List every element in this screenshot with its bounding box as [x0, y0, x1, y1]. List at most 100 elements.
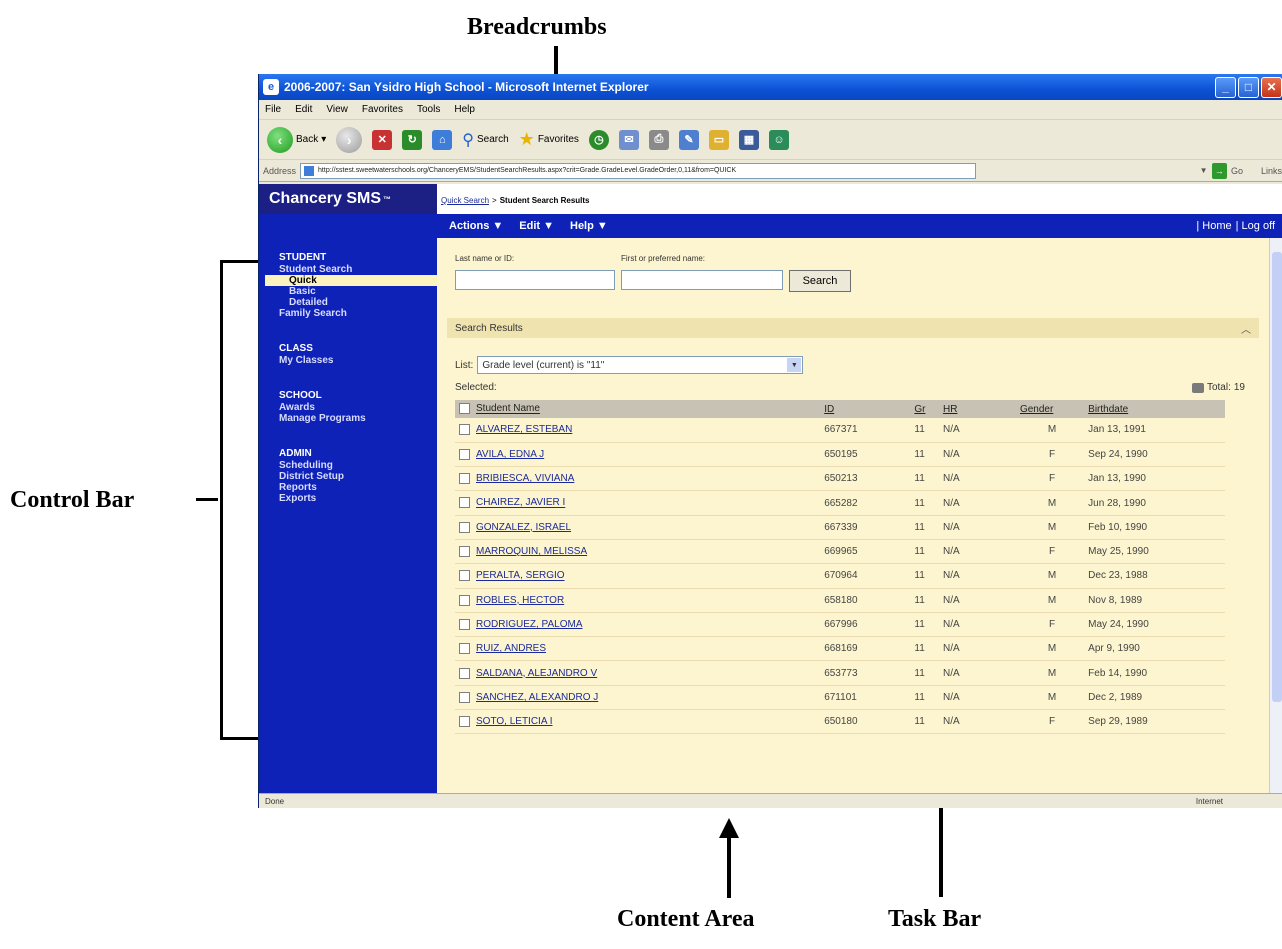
column-header-id[interactable]: ID: [820, 400, 911, 418]
table-row[interactable]: RODRIGUEZ, PALOMA 667996 11 N/A F May 24, 199…: [455, 612, 1225, 638]
minimize-icon[interactable]: _: [1215, 76, 1236, 98]
search-button[interactable]: ⚲ Search: [462, 130, 508, 150]
row-checkbox[interactable]: [459, 667, 470, 679]
student-name-link[interactable]: ALVAREZ, ESTEBAN: [476, 424, 572, 435]
table-row[interactable]: SANCHEZ, ALEXANDRO J 671101 11 N/A M Dec 2, 1…: [455, 685, 1225, 711]
address-input[interactable]: http://sstest.sweetwaterschools.org/Chan…: [300, 162, 976, 179]
row-checkbox[interactable]: [459, 594, 470, 606]
dropdown-arrow-icon[interactable]: ▼: [1200, 166, 1208, 175]
vertical-scrollbar[interactable]: [1269, 238, 1282, 793]
sidebar-item-scheduling[interactable]: Scheduling: [259, 460, 437, 471]
student-name-link[interactable]: SANCHEZ, ALEXANDRO J: [476, 692, 598, 703]
mail-icon[interactable]: ✉: [618, 129, 639, 150]
column-header-hr[interactable]: HR: [938, 400, 1016, 418]
table-row[interactable]: BRIBIESCA, VIVIANA 650213 11 N/A F Jan 13, 19…: [455, 466, 1225, 492]
table-row[interactable]: CHAIREZ, JAVIER I 665282 11 N/A M Jun 28, 199…: [455, 490, 1225, 516]
print-icon[interactable]: ⎙: [648, 129, 669, 150]
close-icon[interactable]: ✕: [1261, 76, 1282, 98]
research-icon[interactable]: ▦: [738, 129, 759, 150]
column-header-student-name[interactable]: Student Name: [455, 400, 821, 418]
logoff-link[interactable]: | Log off: [1236, 220, 1275, 232]
sidebar-item-family-search[interactable]: Family Search: [259, 308, 437, 319]
actions-menu[interactable]: Actions ▼: [449, 220, 503, 232]
table-row[interactable]: AVILA, EDNA J 650195 11 N/A F Sep 24, 1990: [455, 442, 1225, 468]
student-name-link[interactable]: GONZALEZ, ISRAEL: [476, 522, 571, 533]
student-name-link[interactable]: SOTO, LETICIA I: [476, 716, 553, 727]
row-checkbox[interactable]: [459, 424, 470, 436]
messenger-icon[interactable]: ☺: [768, 129, 789, 150]
row-checkbox[interactable]: [459, 570, 470, 582]
table-row[interactable]: RUIZ, ANDRES 668169 11 N/A M Apr 9, 1990: [455, 636, 1225, 662]
folder-icon[interactable]: ▭: [708, 129, 729, 150]
student-name-link[interactable]: CHAIREZ, JAVIER I: [476, 498, 565, 509]
sidebar-item-awards[interactable]: Awards: [259, 402, 437, 413]
last-name-input[interactable]: [455, 270, 615, 290]
table-row[interactable]: ALVAREZ, ESTEBAN 667371 11 N/A M Jan 13, 1991: [455, 418, 1225, 443]
row-checkbox[interactable]: [459, 618, 470, 630]
stop-icon[interactable]: ✕: [372, 129, 393, 150]
sidebar-item-student-search[interactable]: Student Search: [259, 264, 437, 275]
table-row[interactable]: ROBLES, HECTOR 658180 11 N/A M Nov 8, 1989: [455, 588, 1225, 613]
row-checkbox[interactable]: [459, 521, 470, 533]
column-header-birthdate[interactable]: Birthdate: [1084, 400, 1225, 418]
table-row[interactable]: PERALTA, SERGIO 670964 11 N/A M Dec 23, 1988: [455, 563, 1225, 589]
student-name-link[interactable]: MARROQUIN, MELISSA: [476, 546, 587, 557]
student-name-link[interactable]: ROBLES, HECTOR: [476, 595, 564, 606]
sidebar-item-exports[interactable]: Exports: [259, 493, 437, 504]
sidebar-item-quick[interactable]: Quick: [265, 275, 437, 286]
home-icon[interactable]: ⌂: [432, 129, 453, 150]
menu-tools[interactable]: Tools: [417, 104, 440, 115]
history-icon[interactable]: ◷: [588, 129, 609, 150]
sidebar-item-manage-programs[interactable]: Manage Programs: [259, 413, 437, 424]
sidebar-item-district-setup[interactable]: District Setup: [259, 471, 437, 482]
search-submit-button[interactable]: Search: [789, 270, 851, 292]
select-all-checkbox[interactable]: [459, 403, 470, 415]
edit-menu[interactable]: Edit ▼: [519, 220, 554, 232]
sidebar-item-basic[interactable]: Basic: [259, 286, 437, 297]
help-menu[interactable]: Help ▼: [570, 220, 608, 232]
menu-favorites[interactable]: Favorites: [362, 104, 403, 115]
go-arrow-icon[interactable]: →: [1211, 162, 1227, 179]
row-checkbox[interactable]: [459, 716, 470, 728]
student-name-link[interactable]: RUIZ, ANDRES: [476, 643, 546, 654]
row-checkbox[interactable]: [459, 691, 470, 703]
refresh-icon[interactable]: ↻: [402, 129, 423, 150]
student-name-link[interactable]: SALDANA, ALEJANDRO V: [476, 668, 597, 679]
maximize-icon[interactable]: □: [1238, 76, 1259, 98]
row-checkbox[interactable]: [459, 473, 470, 485]
collapse-chevron-icon[interactable]: ︿: [1241, 321, 1251, 336]
sidebar-item-my-classes[interactable]: My Classes: [259, 355, 437, 366]
table-row[interactable]: GONZALEZ, ISRAEL 667339 11 N/A M Feb 10, 1990: [455, 515, 1225, 540]
student-name-link[interactable]: RODRIGUEZ, PALOMA: [476, 619, 583, 630]
row-checkbox[interactable]: [459, 546, 470, 558]
first-name-input[interactable]: [621, 270, 783, 290]
favorites-button[interactable]: ★ Favorites: [519, 129, 579, 150]
go-label[interactable]: Go: [1231, 166, 1243, 176]
home-link[interactable]: | Home: [1196, 220, 1231, 232]
forward-arrow-icon[interactable]: ›: [336, 126, 363, 153]
column-header-gr[interactable]: Gr: [910, 400, 939, 418]
column-header-label[interactable]: Student Name: [476, 404, 540, 415]
sidebar-item-reports[interactable]: Reports: [259, 482, 437, 493]
scrollbar-thumb[interactable]: [1272, 252, 1282, 702]
row-checkbox[interactable]: [459, 497, 470, 509]
column-header-gender[interactable]: Gender: [1015, 400, 1085, 418]
student-name-link[interactable]: BRIBIESCA, VIVIANA: [476, 473, 574, 484]
links-label[interactable]: Links: [1261, 166, 1282, 176]
row-checkbox[interactable]: [459, 643, 470, 655]
table-row[interactable]: SALDANA, ALEJANDRO V 653773 11 N/A M Feb 14, …: [455, 660, 1225, 686]
breadcrumb-quick-search[interactable]: Quick Search: [441, 196, 489, 205]
menu-file[interactable]: File: [265, 104, 281, 115]
edit-page-icon[interactable]: ✎: [678, 129, 699, 150]
list-select[interactable]: Grade level (current) is "11" ▼: [477, 356, 804, 374]
chevron-down-icon[interactable]: ▼: [787, 358, 802, 372]
menu-view[interactable]: View: [326, 104, 348, 115]
table-row[interactable]: SOTO, LETICIA I 650180 11 N/A F Sep 29, 1989: [455, 709, 1225, 735]
back-button[interactable]: ‹ Back ▾: [267, 126, 326, 153]
student-name-link[interactable]: PERALTA, SERGIO: [476, 571, 565, 582]
row-checkbox[interactable]: [459, 448, 470, 460]
menu-edit[interactable]: Edit: [295, 104, 312, 115]
printer-icon[interactable]: [1191, 382, 1204, 393]
table-row[interactable]: MARROQUIN, MELISSA 669965 11 N/A F May 25, 19…: [455, 539, 1225, 565]
sidebar-item-detailed[interactable]: Detailed: [259, 297, 437, 308]
